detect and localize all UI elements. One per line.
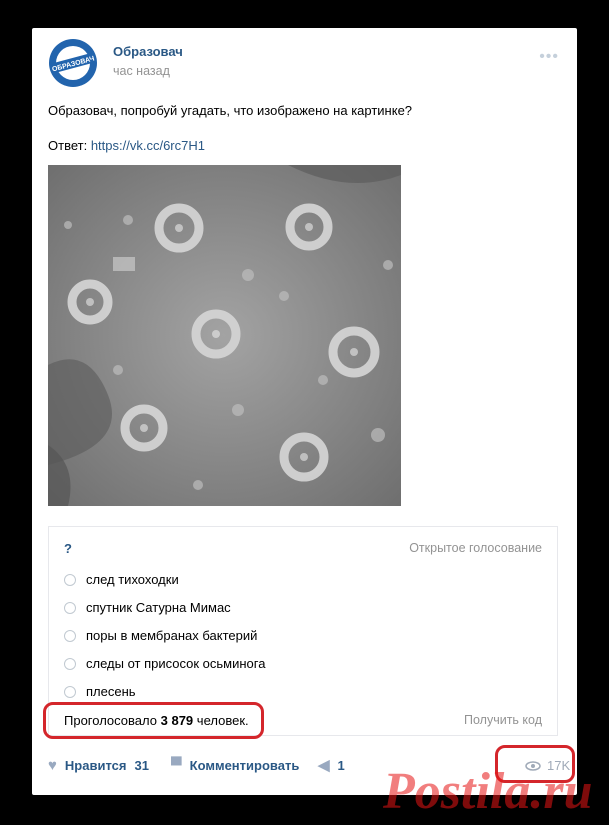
poll-option-label: спутник Сатурна Мимас — [86, 600, 231, 615]
comment-label: Комментировать — [189, 758, 300, 773]
like-count: 31 — [134, 758, 149, 773]
poll-type: Открытое голосование — [409, 541, 542, 555]
comment-icon: ▀ — [171, 756, 182, 774]
radio-button[interactable] — [64, 685, 76, 698]
comment-button[interactable]: ▀ Комментировать — [171, 756, 300, 774]
obrazovach-logo: ОБРАЗОВАЧ — [49, 39, 97, 87]
heart-icon: ♥ — [48, 756, 57, 774]
answer-label: Ответ: — [48, 138, 88, 153]
like-button[interactable]: ♥ Нравится 31 — [48, 756, 149, 774]
radio-button[interactable] — [64, 573, 76, 586]
poll-option[interactable]: спутник Сатурна Мимас — [64, 600, 231, 615]
author-avatar[interactable]: ОБРАЗОВАЧ — [48, 38, 98, 88]
poll-option-label: поры в мембранах бактерий — [86, 628, 258, 643]
get-code-link[interactable]: Получить код — [464, 713, 542, 727]
postila-watermark: Postila.ru — [383, 763, 593, 820]
poll-question: ? — [64, 541, 72, 556]
radio-button[interactable] — [64, 601, 76, 614]
post-time[interactable]: час назад — [113, 64, 170, 78]
post-card: ОБРАЗОВАЧ Образовач час назад ••• Образо… — [32, 28, 577, 795]
poll-option-label: плесень — [86, 684, 136, 699]
post-image[interactable] — [48, 165, 401, 506]
votes-highlight-frame — [43, 702, 264, 739]
radio-button[interactable] — [64, 657, 76, 670]
poll-option-label: след тихоходки — [86, 572, 179, 587]
like-label: Нравится — [64, 758, 127, 773]
poll-option-label: следы от присосок осьминога — [86, 656, 266, 671]
more-options-icon[interactable]: ••• — [539, 48, 559, 66]
share-count: 1 — [337, 758, 345, 773]
answer-line: Ответ: https://vk.cc/6rc7H1 — [48, 138, 205, 153]
answer-link[interactable]: https://vk.cc/6rc7H1 — [91, 138, 205, 153]
megaphone-icon: ◀ — [318, 756, 330, 774]
poll-option[interactable]: поры в мембранах бактерий — [64, 628, 257, 643]
share-button[interactable]: ◀ 1 — [318, 756, 345, 774]
poll-option[interactable]: следы от присосок осьминога — [64, 656, 265, 671]
poll-option[interactable]: след тихоходки — [64, 572, 179, 587]
radio-button[interactable] — [64, 629, 76, 642]
poll-option[interactable]: плесень — [64, 684, 136, 699]
post-text: Образовач, попробуй угадать, что изображ… — [48, 103, 413, 118]
author-name[interactable]: Образовач — [113, 44, 183, 59]
microscope-image — [48, 165, 401, 506]
